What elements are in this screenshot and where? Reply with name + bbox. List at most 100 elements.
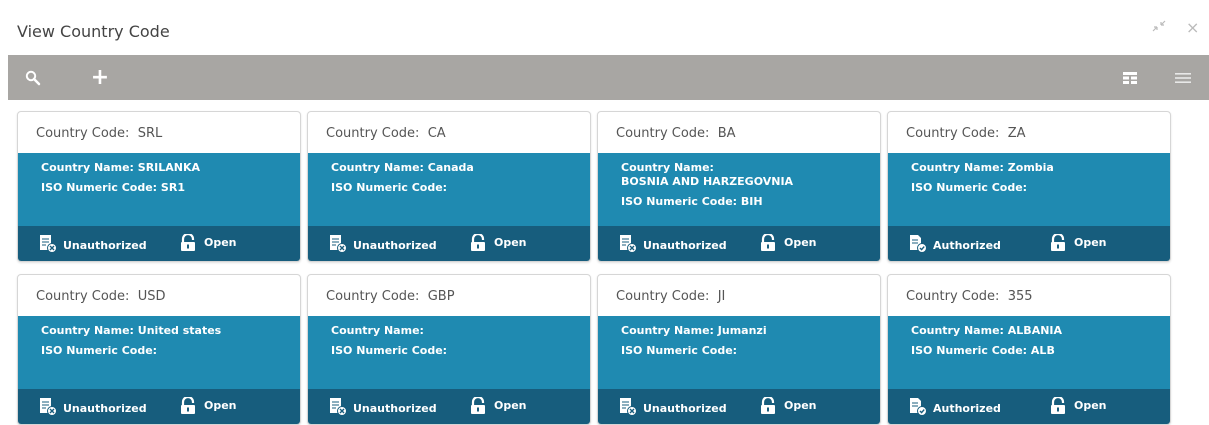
country-name-row: Country Name: ALBANIA bbox=[911, 324, 1170, 337]
iso-code-label: ISO Numeric Code: bbox=[41, 344, 158, 357]
country-name-value: BOSNIA AND HARZEGOVNIA bbox=[621, 175, 794, 188]
grid-view-icon bbox=[1123, 71, 1137, 84]
tile-footer: Authorized Open bbox=[888, 226, 1170, 261]
country-code-tile[interactable]: Country Code: SRL Country Name: SRILANKA… bbox=[17, 111, 301, 262]
document-unauthorized-icon bbox=[330, 398, 347, 416]
country-name-label: Country Name: bbox=[331, 324, 424, 337]
auth-status: Unauthorized bbox=[619, 398, 727, 419]
auth-status: Unauthorized bbox=[619, 235, 727, 256]
country-code-label: Country Code: bbox=[906, 126, 1000, 141]
country-code-tile[interactable]: Country Code: ZA Country Name: Zombia IS… bbox=[887, 111, 1171, 262]
auth-status-label: Authorized bbox=[933, 239, 1001, 252]
country-name-value: SRILANKA bbox=[137, 161, 201, 174]
lock-status: Open bbox=[760, 397, 817, 414]
lock-status: Open bbox=[1050, 397, 1107, 414]
country-name-label: Country Name: bbox=[41, 161, 134, 174]
plus-icon: + bbox=[90, 65, 110, 90]
iso-code-row: ISO Numeric Code: bbox=[621, 344, 880, 357]
close-icon[interactable]: × bbox=[1186, 18, 1199, 37]
country-name-row: Country Name: United states bbox=[41, 324, 300, 337]
auth-status: Unauthorized bbox=[39, 235, 147, 256]
country-name-row: Country Name: SRILANKA bbox=[41, 161, 300, 174]
iso-code-row: ISO Numeric Code: bbox=[331, 344, 590, 357]
country-code-tile[interactable]: Country Code: 355 Country Name: ALBANIA … bbox=[887, 274, 1171, 425]
auth-status-label: Unauthorized bbox=[643, 239, 727, 252]
iso-code-label: ISO Numeric Code: bbox=[331, 344, 448, 357]
list-view-button[interactable] bbox=[1171, 55, 1195, 100]
tile-body: Country Name: ALBANIA ISO Numeric Code: … bbox=[888, 316, 1170, 389]
document-unauthorized-icon bbox=[330, 235, 347, 253]
list-view-icon bbox=[1175, 72, 1191, 83]
tile-header: Country Code: BA bbox=[598, 112, 880, 153]
unlock-icon bbox=[761, 234, 775, 251]
tile-body: Country Name: United states ISO Numeric … bbox=[18, 316, 300, 389]
tile-header: Country Code: USD bbox=[18, 275, 300, 316]
iso-code-row: ISO Numeric Code: BIH bbox=[621, 195, 880, 208]
tile-header: Country Code: ZA bbox=[888, 112, 1170, 153]
tile-body: Country Name: Zombia ISO Numeric Code: bbox=[888, 153, 1170, 226]
country-code-label: Country Code: bbox=[906, 289, 1000, 304]
country-name-value: United states bbox=[137, 324, 222, 337]
add-button[interactable]: + bbox=[88, 55, 112, 100]
iso-code-label: ISO Numeric Code: bbox=[41, 181, 158, 194]
tile-body: Country Name: BOSNIA AND HARZEGOVNIA ISO… bbox=[598, 153, 880, 226]
iso-code-label: ISO Numeric Code: bbox=[331, 181, 448, 194]
lock-status-label: Open bbox=[494, 399, 527, 412]
tile-header: Country Code: GBP bbox=[308, 275, 590, 316]
unlock-icon bbox=[1051, 234, 1065, 251]
country-name-label: Country Name: bbox=[331, 161, 424, 174]
iso-code-label: ISO Numeric Code: bbox=[621, 195, 738, 208]
lock-status-label: Open bbox=[784, 399, 817, 412]
auth-status-label: Unauthorized bbox=[353, 239, 437, 252]
country-code-tile[interactable]: Country Code: JI Country Name: Jumanzi I… bbox=[597, 274, 881, 425]
auth-status: Authorized bbox=[909, 235, 1001, 256]
country-code-tile[interactable]: Country Code: CA Country Name: Canada IS… bbox=[307, 111, 591, 262]
document-unauthorized-icon bbox=[620, 398, 637, 416]
unlock-icon bbox=[181, 397, 195, 414]
search-button[interactable] bbox=[18, 55, 48, 100]
lock-status-label: Open bbox=[204, 236, 237, 249]
country-code-tile[interactable]: Country Code: BA Country Name: BOSNIA AN… bbox=[597, 111, 881, 262]
tile-footer: Unauthorized Open bbox=[18, 226, 300, 261]
country-code-tile[interactable]: Country Code: GBP Country Name: ISO Nume… bbox=[307, 274, 591, 425]
lock-status-label: Open bbox=[1074, 236, 1107, 249]
tile-body: Country Name: SRILANKA ISO Numeric Code:… bbox=[18, 153, 300, 226]
tile-footer: Unauthorized Open bbox=[598, 389, 880, 424]
auth-status: Authorized bbox=[909, 398, 1001, 419]
auth-status: Unauthorized bbox=[329, 398, 437, 419]
unlock-icon bbox=[471, 234, 485, 251]
country-code-value: SRL bbox=[137, 126, 163, 141]
country-code-label: Country Code: bbox=[326, 126, 420, 141]
auth-status-label: Authorized bbox=[933, 402, 1001, 415]
iso-code-label: ISO Numeric Code: bbox=[911, 344, 1028, 357]
search-icon bbox=[25, 70, 41, 85]
iso-code-row: ISO Numeric Code: ALB bbox=[911, 344, 1170, 357]
tile-footer: Unauthorized Open bbox=[308, 389, 590, 424]
minimize-icon[interactable] bbox=[1152, 20, 1166, 36]
tile-footer: Unauthorized Open bbox=[18, 389, 300, 424]
iso-code-row: ISO Numeric Code: bbox=[911, 181, 1170, 194]
unlock-icon bbox=[471, 397, 485, 414]
country-name-label: Country Name: bbox=[911, 161, 1004, 174]
country-name-row: Country Name: bbox=[331, 324, 590, 337]
auth-status: Unauthorized bbox=[329, 235, 437, 256]
document-unauthorized-icon bbox=[620, 235, 637, 253]
country-code-label: Country Code: bbox=[36, 126, 130, 141]
tile-body: Country Name: Jumanzi ISO Numeric Code: bbox=[598, 316, 880, 389]
country-code-tile[interactable]: Country Code: USD Country Name: United s… bbox=[17, 274, 301, 425]
country-name-label: Country Name: bbox=[911, 324, 1004, 337]
country-code-value: USD bbox=[137, 289, 166, 304]
country-name-label: Country Name: bbox=[621, 324, 714, 337]
country-name-value: ALBANIA bbox=[1007, 324, 1063, 337]
auth-status-label: Unauthorized bbox=[643, 402, 727, 415]
unlock-icon bbox=[181, 234, 195, 251]
document-authorized-icon bbox=[910, 398, 927, 416]
grid-view-button[interactable] bbox=[1118, 55, 1142, 100]
lock-status: Open bbox=[180, 234, 237, 251]
auth-status-label: Unauthorized bbox=[63, 402, 147, 415]
country-code-value: CA bbox=[427, 126, 446, 141]
country-code-value: ZA bbox=[1007, 126, 1026, 141]
iso-code-row: ISO Numeric Code: bbox=[331, 181, 590, 194]
tile-header: Country Code: SRL bbox=[18, 112, 300, 153]
tile-body: Country Name: ISO Numeric Code: bbox=[308, 316, 590, 389]
